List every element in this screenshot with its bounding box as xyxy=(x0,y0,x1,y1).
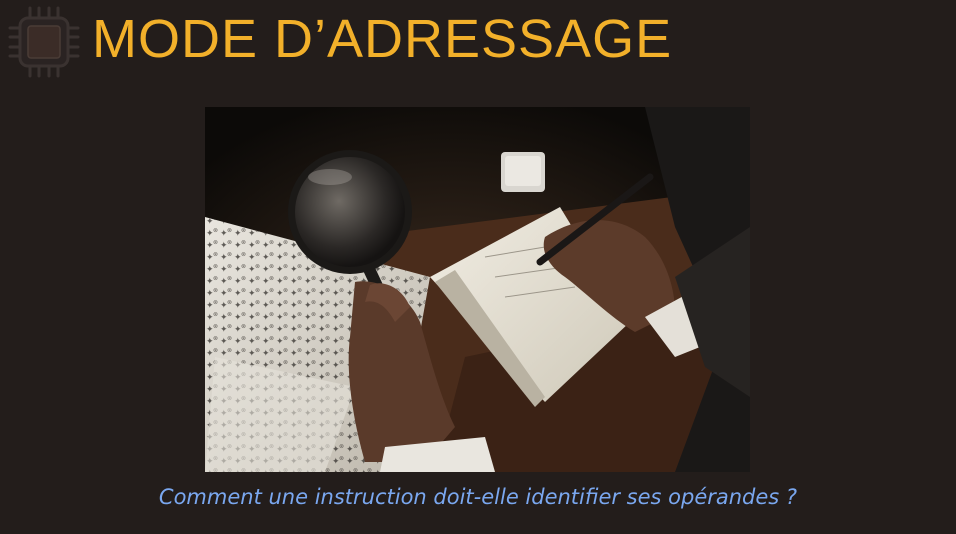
photo-illustration: ✦ ⊗ xyxy=(205,107,750,472)
slide-caption: Comment une instruction doit-elle identi… xyxy=(158,485,798,509)
cpu-chip-icon xyxy=(8,6,80,78)
slide-photo: ✦ ⊗ xyxy=(205,107,750,472)
slide-title: MODE D’ADRESSAGE xyxy=(92,9,673,69)
